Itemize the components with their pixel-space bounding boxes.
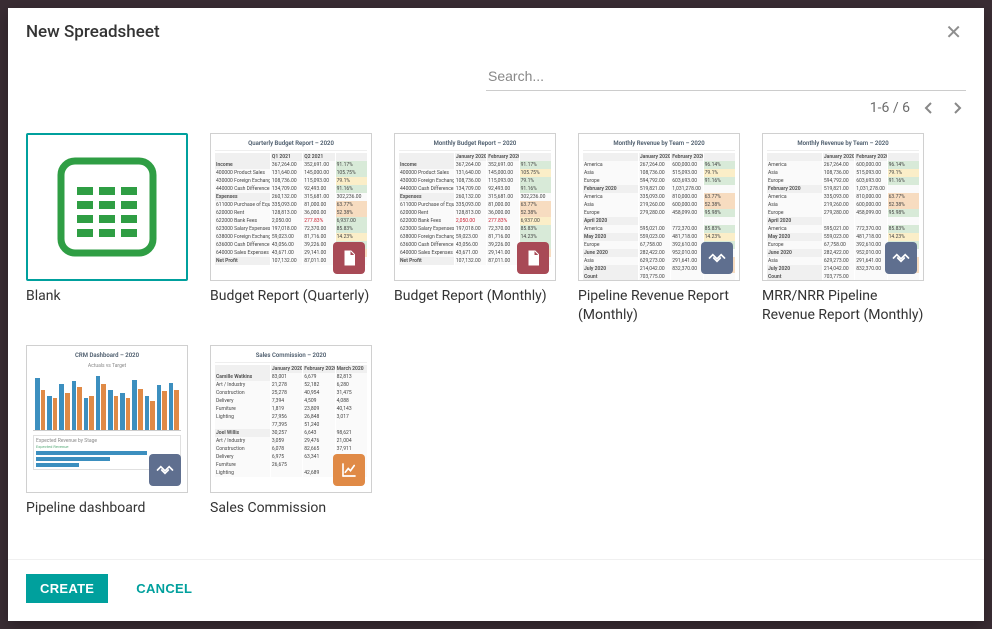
create-button[interactable]: CREATE (26, 574, 108, 603)
preview-title: Monthly Revenue by Team – 2020 (767, 138, 919, 151)
template-blank[interactable]: Blank (26, 133, 188, 306)
template-sales-commission[interactable]: Sales Commission – 2020 January 2020Febr… (210, 345, 372, 518)
preview-subtitle: Actuals vs Target (33, 363, 181, 369)
search-row (26, 62, 966, 91)
template-budget-quarterly[interactable]: Quarterly Budget Report – 2020 Q1 2021Q2… (210, 133, 372, 306)
template-mrr-nrr[interactable]: Monthly Revenue by Team – 2020 January 2… (762, 133, 924, 325)
document-icon (333, 242, 365, 274)
template-budget-monthly[interactable]: Monthly Budget Report – 2020 January 202… (394, 133, 556, 306)
template-thumb: CRM Dashboard – 2020 Actuals vs Target E… (26, 345, 188, 493)
preview-title: Monthly Budget Report – 2020 (399, 138, 551, 151)
modal-body: 1-6 / 6 (8, 52, 984, 559)
cancel-button[interactable]: CANCEL (122, 574, 206, 603)
templates-grid: Blank Quarterly Budget Report – 2020 Q1 … (26, 133, 966, 518)
template-thumb: Monthly Revenue by Team – 2020 January 2… (762, 133, 924, 281)
template-label: MRR/NRR Pipeline Revenue Report (Monthly… (762, 287, 924, 325)
template-thumb: Monthly Budget Report – 2020 January 202… (394, 133, 556, 281)
template-thumb: Quarterly Budget Report – 2020 Q1 2021Q2… (210, 133, 372, 281)
search-input[interactable] (486, 62, 966, 91)
chevron-right-icon[interactable] (948, 99, 966, 117)
template-label: Pipeline Revenue Report (Monthly) (578, 287, 740, 325)
template-label: Budget Report (Monthly) (394, 287, 556, 306)
template-label: Sales Commission (210, 499, 372, 518)
modal-header: New Spreadsheet ✕ (8, 8, 984, 52)
handshake-icon (701, 242, 733, 274)
preview-title: Quarterly Budget Report – 2020 (215, 138, 367, 151)
template-thumb: Monthly Revenue by Team – 2020 January 2… (578, 133, 740, 281)
template-pipeline-revenue-monthly[interactable]: Monthly Revenue by Team – 2020 January 2… (578, 133, 740, 325)
preview-title: CRM Dashboard – 2020 (33, 352, 181, 359)
blank-spreadsheet-icon (28, 135, 186, 279)
handshake-icon (149, 454, 181, 486)
pager: 1-6 / 6 (26, 99, 966, 117)
chevron-left-icon[interactable] (920, 99, 938, 117)
modal-footer: CREATE CANCEL (8, 559, 984, 621)
template-thumb (26, 133, 188, 281)
template-label: Pipeline dashboard (26, 499, 188, 518)
close-icon[interactable]: ✕ (941, 22, 966, 42)
preview-title: Monthly Revenue by Team – 2020 (583, 138, 735, 151)
document-icon (517, 242, 549, 274)
template-thumb: Sales Commission – 2020 January 2020Febr… (210, 345, 372, 493)
template-label: Budget Report (Quarterly) (210, 287, 372, 306)
new-spreadsheet-modal: New Spreadsheet ✕ 1-6 / 6 (8, 8, 984, 621)
handshake-icon (885, 242, 917, 274)
template-pipeline-dashboard[interactable]: CRM Dashboard – 2020 Actuals vs Target E… (26, 345, 188, 518)
modal-title: New Spreadsheet (26, 22, 160, 42)
pager-text: 1-6 / 6 (870, 100, 910, 116)
preview-title: Sales Commission – 2020 (215, 350, 367, 363)
bar-chart-icon (33, 373, 181, 431)
template-label: Blank (26, 287, 188, 306)
chart-icon (333, 454, 365, 486)
